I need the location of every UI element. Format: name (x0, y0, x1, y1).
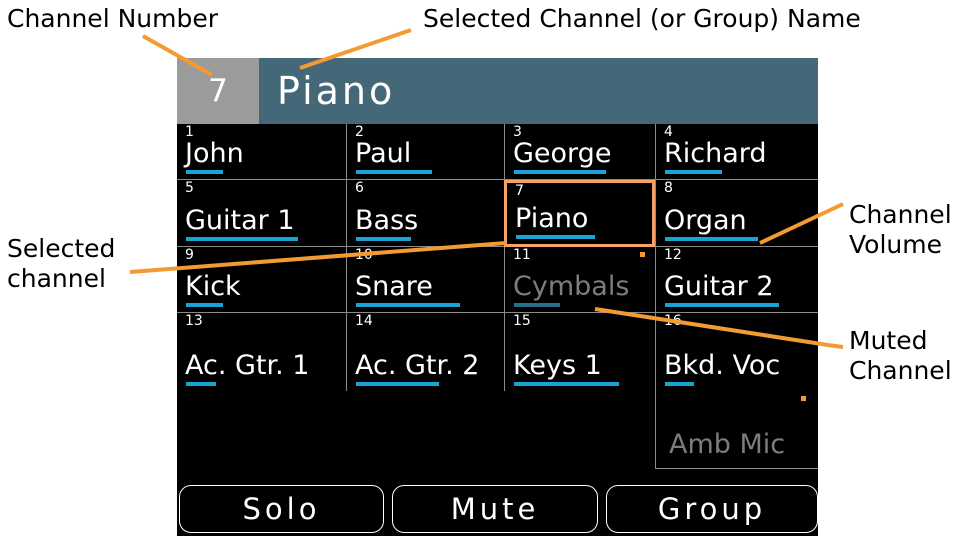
channel-cell[interactable]: 11 Cymbals (504, 247, 655, 313)
channel-cell[interactable]: 7 Piano (504, 180, 655, 247)
selected-channel-number: 7 (177, 58, 259, 124)
mute-button[interactable]: Mute (392, 485, 598, 533)
channel-number: 5 (185, 180, 194, 196)
callout-channel-volume-line1: Channel (849, 200, 952, 229)
channel-number: 12 (664, 247, 682, 263)
channel-cell[interactable]: 13 Ac. Gtr. 1 (177, 313, 346, 391)
channel-name: George (513, 138, 612, 169)
channel-name: Cymbals (513, 271, 630, 302)
channel-volume-bar (186, 237, 298, 241)
solo-button[interactable]: Solo (179, 485, 384, 533)
channel-volume-bar (514, 170, 606, 174)
channel-name: Bass (355, 205, 419, 236)
callout-channel-number: Channel Number (7, 4, 219, 33)
channel-number: 7 (515, 183, 524, 199)
channel-volume-bar (665, 170, 722, 174)
channel-name: Guitar 1 (185, 205, 295, 236)
channel-name: Organ (664, 205, 747, 236)
channel-cell[interactable]: 4 Richard (655, 124, 818, 180)
channel-volume-bar (665, 303, 779, 307)
channel-cell[interactable]: 15 Keys 1 (504, 313, 655, 391)
channel-name: Ac. Gtr. 1 (185, 350, 310, 381)
channel-number: 9 (185, 247, 194, 263)
channel-name: Guitar 2 (664, 271, 774, 302)
channel-name: Ac. Gtr. 2 (355, 350, 480, 381)
channel-name: Keys 1 (513, 350, 602, 381)
callout-selected-channel-line1: Selected (7, 234, 116, 263)
channel-volume-bar (516, 235, 595, 239)
channel-name: Bkd. Voc (664, 350, 781, 381)
channel-name: Paul (355, 138, 412, 169)
group-button[interactable]: Group (606, 485, 818, 533)
callout-selected-channel-line2: channel (7, 264, 106, 293)
callout-muted-channel: Muted Channel (849, 326, 952, 386)
channel-number: 16 (664, 313, 682, 329)
channel-cell[interactable]: 8 Organ (655, 180, 818, 247)
callout-channel-volume: Channel Volume (849, 200, 952, 260)
device-screen: 7 Piano 1 John 2 Paul 3 George 4 Richard 5 Guitar… (177, 58, 818, 536)
channel-name: John (185, 138, 244, 169)
channel-number: 15 (513, 313, 531, 329)
channel-number: 11 (513, 247, 531, 263)
channel-cell[interactable]: 9 Kick (177, 247, 346, 313)
activity-indicator (640, 252, 645, 257)
channel-number: 6 (355, 180, 364, 196)
channel-volume-bar (665, 382, 694, 386)
channel-cell[interactable]: 5 Guitar 1 (177, 180, 346, 247)
channel-name: Snare (355, 271, 433, 302)
channel-volume-bar (356, 303, 460, 307)
channel-volume-bar (186, 303, 223, 307)
selected-channel-name: Piano (259, 58, 818, 124)
channel-cell[interactable]: 2 Paul (346, 124, 504, 180)
activity-indicator (801, 396, 806, 401)
callout-muted-channel-line1: Muted (849, 326, 928, 355)
channel-cell[interactable]: 1 John (177, 124, 346, 180)
channel-volume-bar (356, 170, 432, 174)
channel-cell[interactable]: 3 George (504, 124, 655, 180)
channel-cell[interactable]: 14 Ac. Gtr. 2 (346, 313, 504, 391)
callout-selected-name: Selected Channel (or Group) Name (423, 4, 861, 33)
callout-muted-channel-line2: Channel (849, 356, 952, 385)
callout-selected-channel: Selected channel (7, 234, 115, 294)
channel-cell[interactable]: 6 Bass (346, 180, 504, 247)
channel-volume-bar (356, 237, 411, 241)
channel-name: Amb Mic (669, 429, 786, 460)
channel-name: Kick (185, 271, 241, 302)
channel-volume-bar (514, 303, 560, 307)
callout-channel-volume-line2: Volume (849, 230, 942, 259)
channel-number: 8 (664, 180, 673, 196)
channel-volume-bar (186, 382, 216, 386)
channel-number: 10 (355, 247, 373, 263)
channel-volume-bar (514, 382, 619, 386)
channel-volume-bar (186, 170, 223, 174)
channel-volume-bar (356, 382, 439, 386)
channel-cell[interactable]: 16 Bkd. Voc (655, 313, 818, 391)
channel-cell[interactable]: 12 Guitar 2 (655, 247, 818, 313)
channel-number: 13 (185, 313, 203, 329)
channel-cell[interactable]: 10 Snare (346, 247, 504, 313)
channel-volume-bar (665, 237, 758, 241)
channel-number: 14 (355, 313, 373, 329)
channel-name: Piano (515, 203, 589, 234)
channel-name: Richard (664, 138, 767, 169)
channel-cell-extra[interactable]: Amb Mic (655, 391, 818, 469)
